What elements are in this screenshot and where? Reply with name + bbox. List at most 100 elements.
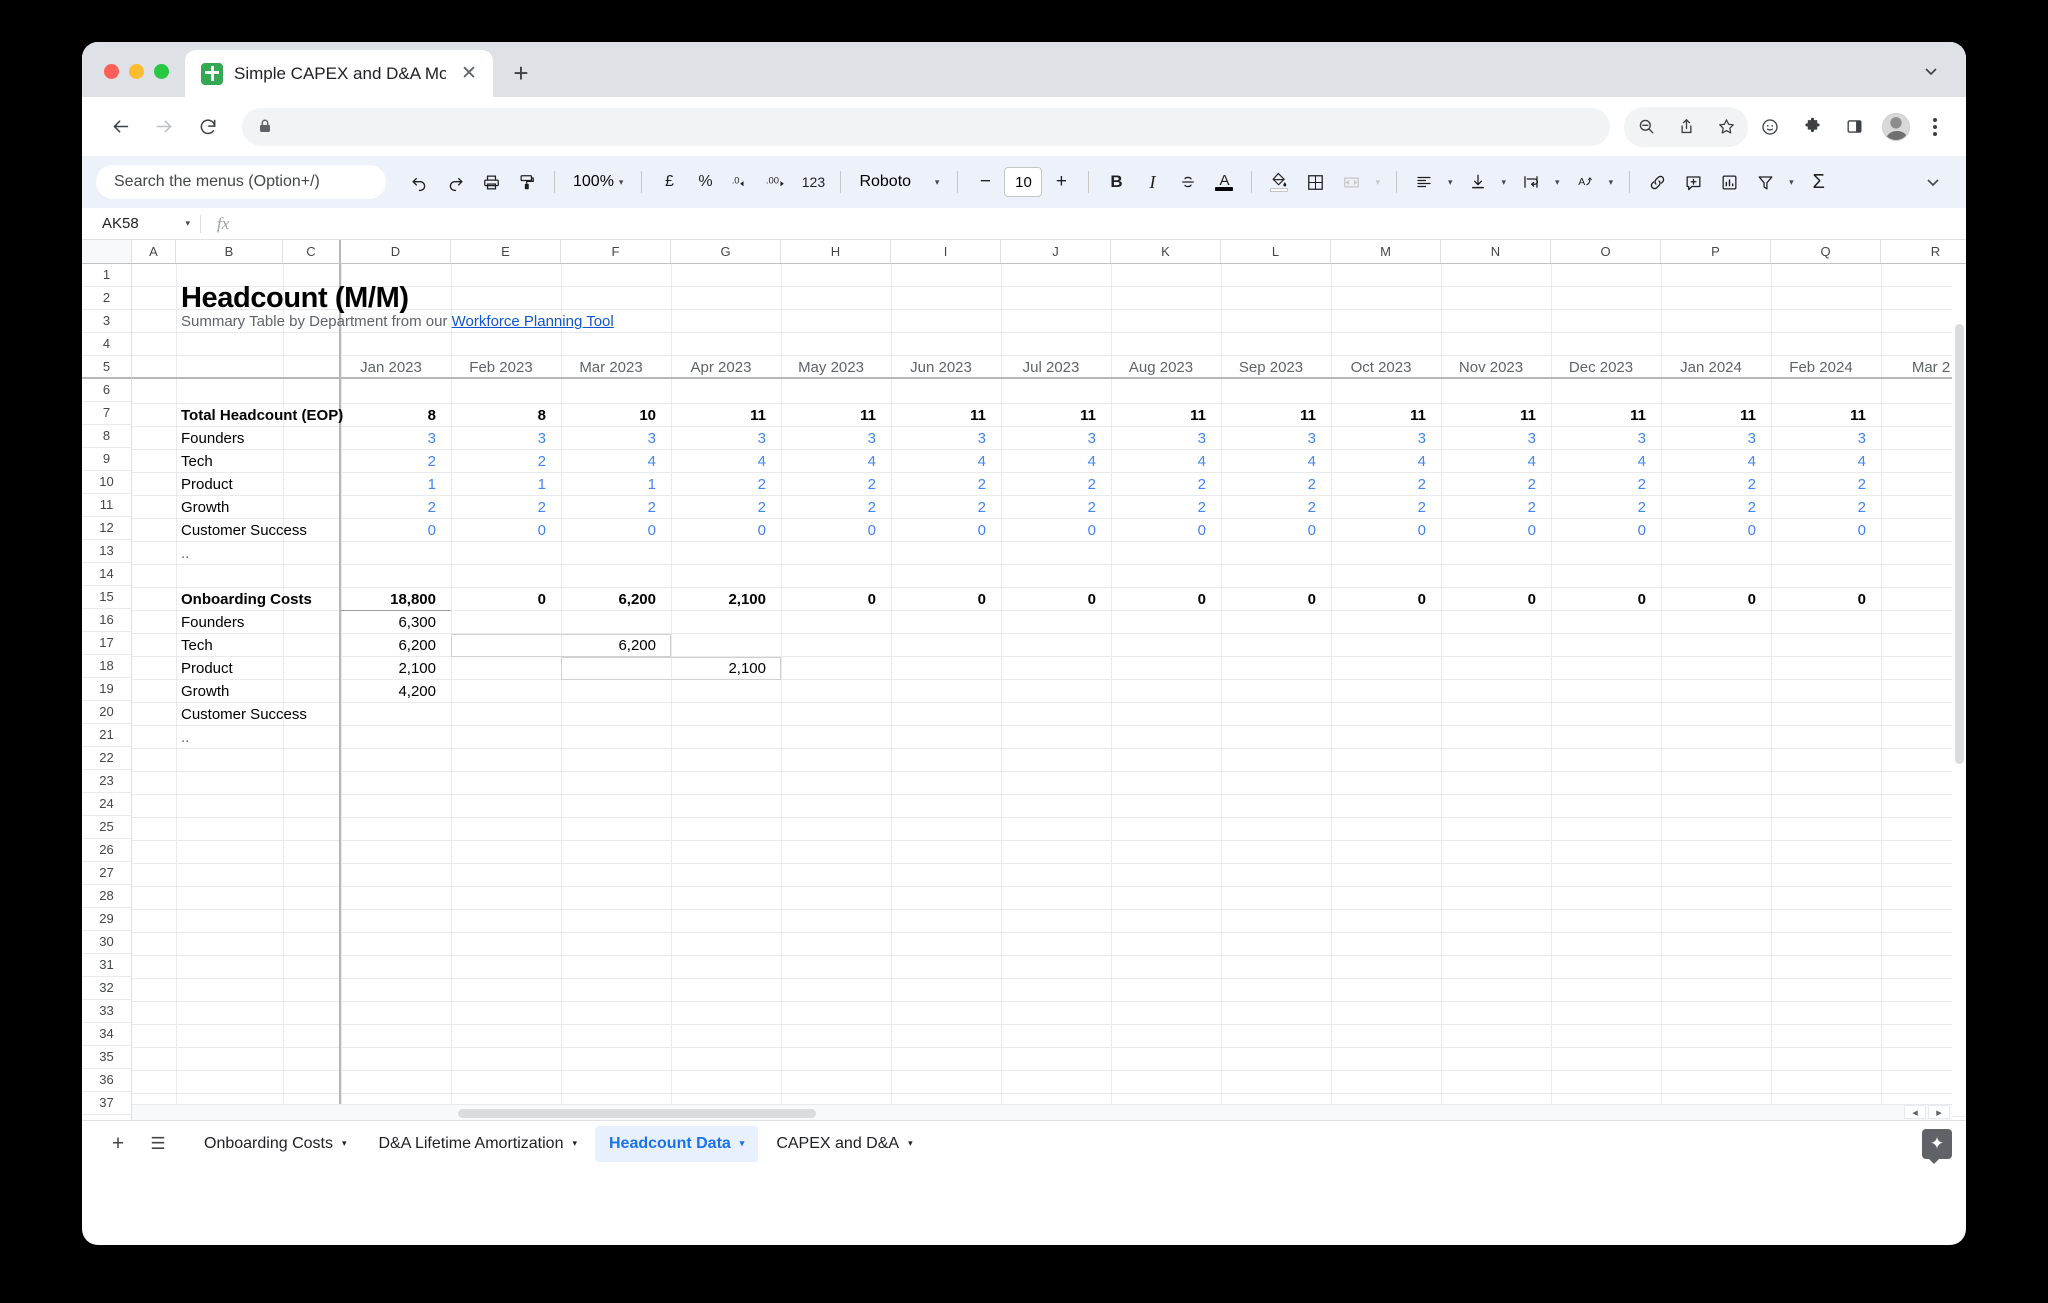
- maximize-window-button[interactable]: [154, 64, 169, 79]
- name-box[interactable]: AK58 ▾: [82, 208, 200, 239]
- font-family-selector[interactable]: Roboto ▾: [851, 165, 947, 199]
- cell-F5[interactable]: Mar 2023: [561, 356, 661, 379]
- row-header-19[interactable]: 19: [82, 678, 132, 701]
- cell-O9[interactable]: 4: [1551, 450, 1651, 473]
- cell-F15[interactable]: 6,200: [561, 588, 661, 611]
- sheet-tab-d-a-lifetime-amortization[interactable]: D&A Lifetime Amortization▾: [365, 1126, 592, 1162]
- cell-O7[interactable]: 11: [1551, 404, 1651, 427]
- cell-L5[interactable]: Sep 2023: [1221, 356, 1321, 379]
- currency-format-button[interactable]: £: [652, 165, 686, 199]
- column-header-h[interactable]: H: [781, 240, 891, 263]
- undo-icon[interactable]: [402, 165, 436, 199]
- row-header-26[interactable]: 26: [82, 839, 132, 862]
- cell-P12[interactable]: 0: [1661, 519, 1761, 542]
- cell-D8[interactable]: 3: [341, 427, 441, 450]
- cell-D7[interactable]: 8: [341, 404, 441, 427]
- cell-G10[interactable]: 2: [671, 473, 771, 496]
- close-window-button[interactable]: [104, 64, 119, 79]
- avatar[interactable]: [1882, 113, 1910, 141]
- create-filter-icon[interactable]: [1748, 165, 1782, 199]
- decrease-font-size-button[interactable]: −: [968, 165, 1002, 199]
- borders-button[interactable]: [1298, 165, 1332, 199]
- cell-D5[interactable]: Jan 2023: [341, 356, 441, 379]
- cell-O8[interactable]: 3: [1551, 427, 1651, 450]
- share-icon[interactable]: [1666, 107, 1706, 147]
- functions-icon[interactable]: Σ: [1802, 165, 1836, 199]
- cell-Q10[interactable]: 2: [1771, 473, 1871, 496]
- cell-I8[interactable]: 3: [891, 427, 991, 450]
- row-header-20[interactable]: 20: [82, 701, 132, 724]
- column-header-r[interactable]: R: [1881, 240, 1966, 263]
- cell-D15[interactable]: 18,800: [341, 588, 441, 611]
- strikethrough-button[interactable]: [1171, 165, 1205, 199]
- cell-D17[interactable]: 6,200: [341, 634, 441, 657]
- fill-color-button[interactable]: [1262, 165, 1296, 199]
- cell-B21[interactable]: ..: [176, 726, 273, 749]
- cell-K10[interactable]: 2: [1111, 473, 1211, 496]
- print-icon[interactable]: [474, 165, 508, 199]
- cell-K5[interactable]: Aug 2023: [1111, 356, 1211, 379]
- insert-chart-icon[interactable]: [1712, 165, 1746, 199]
- cell-K9[interactable]: 4: [1111, 450, 1211, 473]
- column-header-j[interactable]: J: [1001, 240, 1111, 263]
- cell-H5[interactable]: May 2023: [781, 356, 881, 379]
- insert-link-icon[interactable]: [1640, 165, 1674, 199]
- cell-E10[interactable]: 1: [451, 473, 551, 496]
- cell-D18[interactable]: 2,100: [341, 657, 441, 680]
- decrease-decimal-button[interactable]: .0: [724, 165, 758, 199]
- row-header-15[interactable]: 15: [82, 586, 132, 609]
- cell-M11[interactable]: 2: [1331, 496, 1431, 519]
- cell-H10[interactable]: 2: [781, 473, 881, 496]
- cell-B16[interactable]: Founders: [176, 611, 273, 634]
- browser-menu-icon[interactable]: [1918, 110, 1952, 144]
- cell-I10[interactable]: 2: [891, 473, 991, 496]
- new-tab-button[interactable]: +: [501, 53, 541, 93]
- row-header-23[interactable]: 23: [82, 770, 132, 793]
- text-wrapping-button[interactable]: [1514, 165, 1548, 199]
- redo-icon[interactable]: [438, 165, 472, 199]
- cell-K12[interactable]: 0: [1111, 519, 1211, 542]
- cell-F9[interactable]: 4: [561, 450, 661, 473]
- cell-J10[interactable]: 2: [1001, 473, 1101, 496]
- cell-M9[interactable]: 4: [1331, 450, 1431, 473]
- cell-M15[interactable]: 0: [1331, 588, 1431, 611]
- column-header-a[interactable]: A: [132, 240, 176, 263]
- cell-B17[interactable]: Tech: [176, 634, 273, 657]
- cell-G12[interactable]: 0: [671, 519, 771, 542]
- cell-N10[interactable]: 2: [1441, 473, 1541, 496]
- scroll-right-icon[interactable]: ▸: [1928, 1105, 1950, 1119]
- cell-J11[interactable]: 2: [1001, 496, 1101, 519]
- row-header-34[interactable]: 34: [82, 1023, 132, 1046]
- bookmark-star-icon[interactable]: [1706, 107, 1746, 147]
- paint-format-icon[interactable]: [510, 165, 544, 199]
- column-header-p[interactable]: P: [1661, 240, 1771, 263]
- row-header-3[interactable]: 3: [82, 310, 132, 333]
- cell-K7[interactable]: 11: [1111, 404, 1211, 427]
- column-header-f[interactable]: F: [561, 240, 671, 263]
- cell-J7[interactable]: 11: [1001, 404, 1101, 427]
- row-header-12[interactable]: 12: [82, 517, 132, 540]
- more-formats-button[interactable]: 123: [796, 165, 830, 199]
- row-header-31[interactable]: 31: [82, 954, 132, 977]
- cell-E11[interactable]: 2: [451, 496, 551, 519]
- cell-L7[interactable]: 11: [1221, 404, 1321, 427]
- cell-F12[interactable]: 0: [561, 519, 661, 542]
- column-header-c[interactable]: C: [283, 240, 341, 263]
- cell-G9[interactable]: 4: [671, 450, 771, 473]
- side-panel-icon[interactable]: [1834, 107, 1874, 147]
- zoom-out-icon[interactable]: [1626, 107, 1666, 147]
- cell-M5[interactable]: Oct 2023: [1331, 356, 1431, 379]
- add-sheet-icon[interactable]: +: [98, 1124, 138, 1164]
- cell-I11[interactable]: 2: [891, 496, 991, 519]
- cell-N11[interactable]: 2: [1441, 496, 1541, 519]
- chevron-down-icon[interactable]: ▾: [1609, 177, 1614, 188]
- cell-D19[interactable]: 4,200: [341, 680, 441, 703]
- column-header-b[interactable]: B: [176, 240, 283, 263]
- cell-B8[interactable]: Founders: [176, 427, 273, 450]
- cell-H12[interactable]: 0: [781, 519, 881, 542]
- column-header-n[interactable]: N: [1441, 240, 1551, 263]
- cell-B20[interactable]: Customer Success: [176, 703, 273, 726]
- cell-G7[interactable]: 11: [671, 404, 771, 427]
- row-header-14[interactable]: 14: [82, 563, 132, 586]
- column-header-g[interactable]: G: [671, 240, 781, 263]
